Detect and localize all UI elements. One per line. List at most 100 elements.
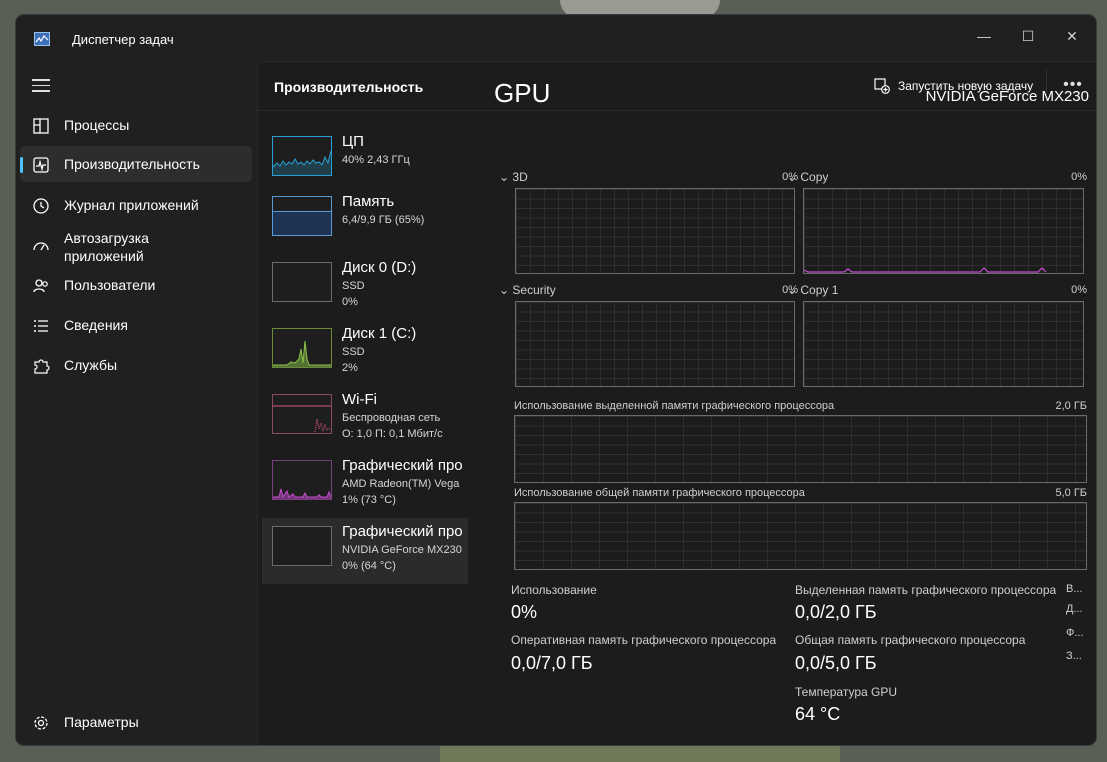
gpu1-thumbnail-graph (272, 526, 332, 566)
memory-thumbnail-graph (272, 196, 332, 236)
device-type: Беспроводная сеть (342, 412, 441, 424)
dedicated-memory-graph-label: Использование выделенной памяти графичес… (514, 400, 835, 412)
engine-security-dropdown[interactable]: ⌄ Security (499, 283, 556, 297)
disk0-thumbnail-graph (272, 262, 332, 302)
device-name: Графический про (342, 457, 463, 474)
gpu-temperature-value: 64 °C (795, 704, 841, 724)
engine-copy-graph (803, 188, 1084, 274)
title-bar[interactable]: Диспетчер задач — ☐ ✕ (16, 15, 1096, 63)
truncated-stat-label: З... (1066, 650, 1082, 662)
engine-copy-dropdown[interactable]: ⌄ Copy (787, 170, 828, 184)
device-item-memory[interactable]: Память 6,4/9,9 ГБ (65%) (262, 188, 468, 254)
shared-memory-label: Общая память графического процессора (795, 633, 1026, 647)
device-throughput: О: 1,0 П: 0,1 Мбит/с (342, 428, 443, 440)
device-name: Графический про (342, 523, 463, 540)
device-item-disk0[interactable]: Диск 0 (D:) SSD 0% (262, 254, 468, 320)
minimize-button[interactable]: — (962, 21, 1006, 51)
device-item-disk1[interactable]: Диск 1 (C:) SSD 2% (262, 320, 468, 386)
cpu-thumbnail-graph (272, 136, 332, 176)
close-button[interactable]: ✕ (1050, 21, 1094, 51)
device-model: AMD Radeon(TM) Vega (342, 478, 460, 490)
truncated-stat-label: Ф... (1066, 627, 1084, 639)
services-puzzle-icon (34, 359, 50, 374)
device-detail: 40% 2,43 ГГц (342, 154, 410, 166)
window-title: Диспетчер задач (72, 32, 174, 47)
nav-item-startup-apps[interactable]: Автозагрузка приложений (20, 227, 252, 264)
device-item-wifi[interactable]: Wi-Fi Беспроводная сеть О: 1,0 П: 0,1 Мб… (262, 386, 468, 452)
nav-item-users[interactable]: Пользователи (20, 267, 252, 303)
gpu-ram-value: 0,0/7,0 ГБ (511, 653, 593, 673)
chevron-down-icon: ⌄ (787, 283, 801, 297)
active-indicator (20, 157, 23, 173)
engine-label: Security (512, 283, 556, 297)
device-usage: 0% (64 °C) (342, 560, 396, 572)
engine-pct: 0% (1071, 171, 1087, 183)
nav-item-details[interactable]: Сведения (20, 307, 252, 343)
engine-copy1-dropdown[interactable]: ⌄ Copy 1 (787, 283, 838, 297)
gpu-temperature-label: Температура GPU (795, 685, 898, 699)
nav-label-processes: Процессы (64, 117, 130, 133)
dedicated-memory-graph (514, 415, 1087, 483)
run-task-icon (874, 78, 890, 94)
settings-gear-icon (34, 716, 48, 730)
gpu-heading: GPU (494, 78, 551, 108)
gpu0-thumbnail-graph (272, 460, 332, 500)
wifi-thumbnail-graph (272, 394, 332, 434)
nav-item-app-history[interactable]: Журнал приложений (20, 187, 252, 223)
startup-gauge-icon (33, 242, 49, 251)
truncated-stat-label: Д... (1066, 603, 1083, 615)
device-usage: 0% (342, 296, 358, 308)
nav-item-settings[interactable]: Параметры (20, 704, 252, 740)
truncated-stat-label: В... (1066, 583, 1083, 595)
device-item-gpu0[interactable]: Графический про AMD Radeon(TM) Vega 1% (… (262, 452, 468, 518)
performance-panel: Производительность Запустить новую задач… (257, 61, 1096, 745)
gpu-model-name: NVIDIA GeForce MX230 (925, 88, 1089, 105)
nav-label-performance: Производительность (64, 156, 200, 172)
page-title: Производительность (274, 79, 424, 95)
engine-security-graph (515, 301, 795, 387)
usage-label: Использование (511, 583, 597, 597)
users-icon (33, 279, 48, 293)
nav-label-users: Пользователи (64, 277, 156, 293)
nav-item-services[interactable]: Службы (20, 347, 252, 383)
wallpaper-fragment-bottom (440, 744, 840, 762)
engine-copy1-graph (803, 301, 1084, 387)
hamburger-menu-button[interactable] (30, 75, 52, 95)
device-name: Диск 0 (D:) (342, 259, 417, 276)
details-list-icon (34, 320, 48, 332)
nav-item-performance[interactable]: Производительность (20, 146, 252, 182)
device-usage: 1% (73 °C) (342, 494, 396, 506)
device-name: ЦП (342, 133, 364, 150)
maximize-button[interactable]: ☐ (1006, 21, 1050, 51)
dedicated-memory-max: 2,0 ГБ (1055, 400, 1087, 412)
usage-value: 0% (511, 602, 538, 622)
performance-icon (33, 157, 49, 173)
engine-3d-dropdown[interactable]: ⌄ 3D (499, 170, 528, 184)
engine-label: Copy 1 (800, 283, 839, 297)
device-name: Диск 1 (C:) (342, 325, 417, 342)
shared-memory-graph (514, 502, 1087, 570)
nav-label-app-history: Журнал приложений (64, 197, 199, 213)
shared-memory-value: 0,0/5,0 ГБ (795, 653, 877, 673)
engine-label: Copy (800, 170, 829, 184)
task-manager-app-icon (34, 32, 50, 46)
engine-3d-graph (515, 188, 795, 274)
device-item-gpu1[interactable]: Графический про NVIDIA GeForce MX230 0% … (262, 518, 468, 584)
device-item-cpu[interactable]: ЦП 40% 2,43 ГГц (262, 128, 468, 194)
nav-label-startup-apps: Автозагрузка приложений (64, 230, 149, 264)
device-name: Память (342, 193, 395, 210)
dedicated-memory-label: Выделенная память графического процессор… (795, 583, 1057, 597)
device-detail: 6,4/9,9 ГБ (65%) (342, 214, 425, 226)
engine-label: 3D (512, 170, 528, 184)
nav-label-services: Службы (64, 357, 118, 373)
device-model: NVIDIA GeForce MX230 (342, 544, 462, 556)
nav-item-processes[interactable]: Процессы (20, 107, 252, 143)
task-manager-window: Диспетчер задач — ☐ ✕ Процессы Производи… (16, 15, 1096, 745)
history-icon (33, 198, 49, 214)
device-name: Wi-Fi (342, 391, 377, 408)
nav-label-details: Сведения (64, 317, 128, 333)
shared-memory-graph-label: Использование общей памяти графического … (514, 487, 805, 499)
chevron-down-icon: ⌄ (499, 283, 513, 297)
chevron-down-icon: ⌄ (499, 170, 513, 184)
nav-label-settings: Параметры (64, 714, 139, 730)
